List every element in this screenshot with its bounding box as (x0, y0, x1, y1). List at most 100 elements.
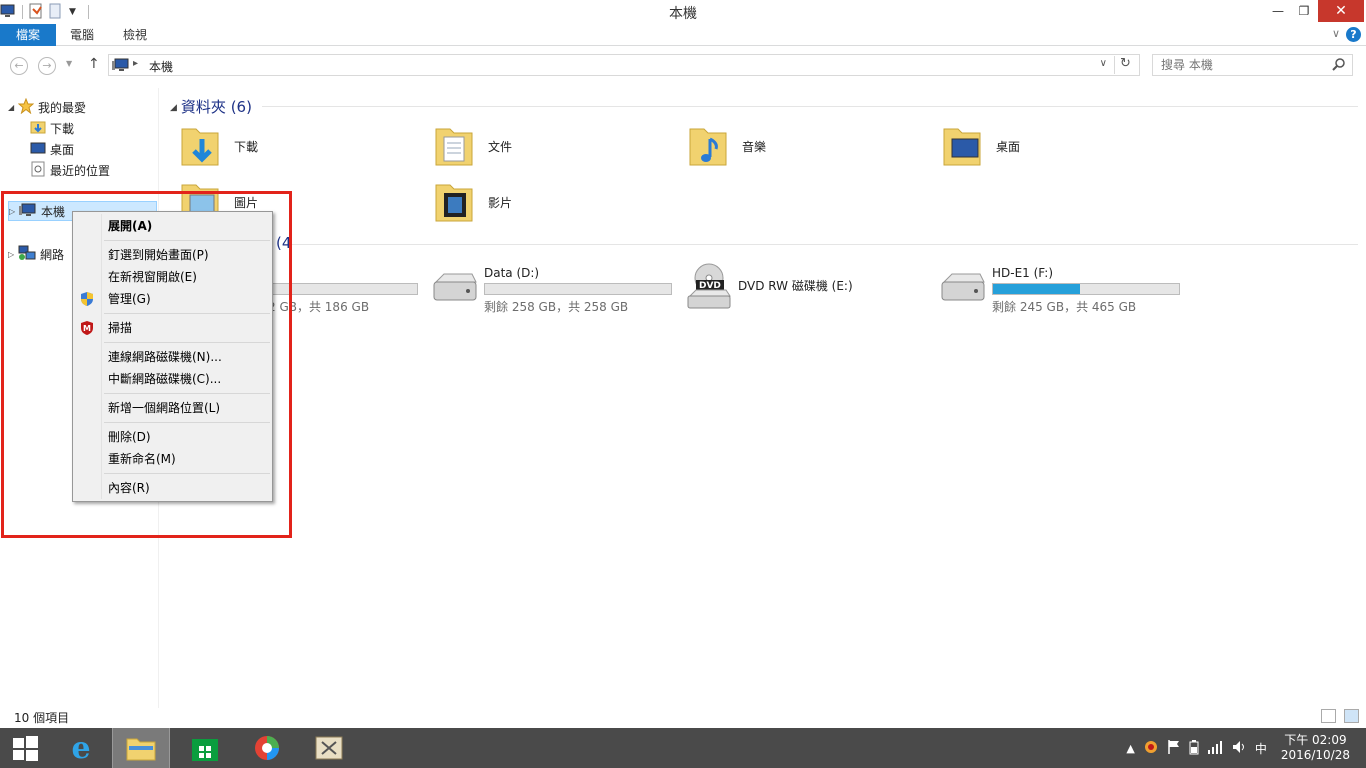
menu-item-label: 掃描 (108, 321, 133, 335)
drive-name: Data (D:) (484, 266, 540, 280)
tab-view[interactable]: 檢視 (123, 24, 147, 46)
folder-downloads[interactable]: 下載 (178, 120, 418, 172)
shield-icon (79, 291, 95, 314)
menu-item-delete[interactable]: 刪除(D) (75, 426, 270, 448)
search-input[interactable] (1161, 56, 1331, 74)
forward-button[interactable]: → (38, 57, 56, 75)
start-button[interactable] (0, 728, 50, 768)
folder-label: 下載 (234, 139, 259, 154)
drive-info: 剩餘 245 GB，共 465 GB (992, 300, 1137, 314)
folder-music[interactable]: 音樂 (686, 120, 926, 172)
menu-item-map-network-drive[interactable]: 連線網路磁碟機(N)... (75, 346, 270, 368)
window-title: 本機 (669, 6, 697, 22)
folder-label: 文件 (488, 139, 513, 154)
folders-group-title: 資料夾 (6) (180, 98, 252, 116)
clock[interactable]: 下午 02:09 2016/10/28 (1281, 733, 1350, 763)
search-icon[interactable] (1332, 57, 1346, 74)
back-button[interactable]: ← (10, 57, 28, 75)
menu-item-properties[interactable]: 內容(R) (75, 477, 270, 499)
network-signal-icon[interactable] (1207, 739, 1223, 758)
large-icons-view-icon[interactable] (1344, 709, 1359, 723)
close-button[interactable]: ✕ (1318, 0, 1364, 22)
system-tray: ▲ 中 下午 02:09 2016/10/28 (1122, 728, 1366, 768)
downloads-folder-icon (178, 121, 226, 172)
taskbar-snipping-tool[interactable] (300, 728, 358, 768)
battery-icon[interactable] (1189, 739, 1199, 758)
taskbar-store[interactable] (176, 728, 234, 768)
downloads-folder-icon (30, 119, 46, 138)
help-icon[interactable]: ? (1346, 27, 1361, 42)
details-view-icon[interactable] (1321, 709, 1336, 723)
nav-item-label: 下載 (50, 121, 75, 136)
tab-computer[interactable]: 電腦 (70, 24, 94, 46)
refresh-icon[interactable]: ↻ (1114, 56, 1136, 74)
folder-videos[interactable]: 影片 (432, 176, 672, 228)
menu-item-manage[interactable]: 管理(G) (75, 288, 270, 310)
menu-separator (104, 393, 270, 394)
expanded-arrow-icon[interactable]: ◢ (8, 103, 18, 112)
menu-separator (104, 240, 270, 241)
expanded-arrow-icon[interactable]: ◢ (170, 103, 177, 113)
clock-date: 2016/10/28 (1280, 748, 1350, 762)
nav-item-desktop[interactable]: 桌面 (30, 139, 74, 159)
drive-name: HD-E1 (F:) (992, 266, 1054, 280)
folders-group-header[interactable]: ◢ 資料夾 (6) (170, 96, 252, 117)
nav-favorites-label: 我的最愛 (38, 100, 87, 115)
menu-item-expand[interactable]: 展開(A) (75, 215, 270, 237)
show-hidden-icons-icon[interactable]: ▲ (1126, 742, 1134, 755)
videos-folder-icon (432, 177, 480, 228)
recent-locations-icon[interactable]: ▼ (66, 59, 72, 68)
address-bar[interactable]: ▸ 本機 ∨ ↻ (108, 54, 1140, 76)
folder-documents[interactable]: 文件 (432, 120, 672, 172)
nav-favorites[interactable]: ◢ 我的最愛 (8, 97, 86, 117)
breadcrumb[interactable]: 本機 (149, 58, 173, 75)
clock-time: 下午 02:09 (1284, 733, 1347, 747)
menu-separator (104, 422, 270, 423)
chevron-down-icon[interactable]: ∨ (1332, 27, 1340, 40)
nav-item-downloads[interactable]: 下載 (30, 118, 74, 138)
nav-item-label: 最近的位置 (50, 163, 111, 178)
search-box[interactable] (1152, 54, 1353, 76)
menu-separator (104, 313, 270, 314)
folder-label: 桌面 (996, 139, 1021, 154)
snipping-tool-icon (315, 736, 343, 760)
picasa-icon (255, 736, 279, 760)
mcafee-shield-icon: M (79, 320, 95, 343)
up-arrow-icon[interactable]: ↑ (88, 56, 100, 72)
chevron-down-icon[interactable]: ∨ (1100, 58, 1107, 69)
minimize-button[interactable]: — (1264, 0, 1292, 22)
tab-file[interactable]: 檔案 (0, 24, 56, 46)
drive-usage-bar (484, 283, 672, 295)
taskbar-picasa[interactable] (238, 728, 296, 768)
menu-item-open-new-window[interactable]: 在新視窗開啟(E) (75, 266, 270, 288)
menu-item-pin-to-start[interactable]: 釘選到開始畫面(P) (75, 244, 270, 266)
ime-indicator[interactable]: 中 (1255, 740, 1267, 757)
menu-item-add-network-location[interactable]: 新增一個網路位置(L) (75, 397, 270, 419)
status-bar: 10 個項目 (0, 706, 1366, 728)
drive-f[interactable]: HD-E1 (F:) 剩餘 245 GB，共 465 GB (940, 262, 1190, 314)
menu-item-disconnect-network-drive[interactable]: 中斷網路磁碟機(C)... (75, 368, 270, 390)
desktop-icon (30, 140, 46, 159)
menu-item-rename[interactable]: 重新命名(M) (75, 448, 270, 470)
mcafee-tray-icon[interactable] (1143, 739, 1159, 758)
nav-item-recent-places[interactable]: 最近的位置 (30, 160, 110, 180)
title-bar: ▼ 本機 — ❐ ✕ (0, 0, 1366, 24)
menu-item-scan[interactable]: M 掃描 (75, 317, 270, 339)
group-divider (262, 106, 1358, 107)
volume-icon[interactable] (1231, 739, 1247, 758)
flag-icon[interactable] (1167, 739, 1181, 758)
folder-desktop[interactable]: 桌面 (940, 120, 1180, 172)
menu-item-label: 管理(G) (108, 292, 151, 306)
taskbar-file-explorer[interactable] (112, 728, 170, 768)
documents-folder-icon (432, 121, 480, 172)
drive-e[interactable]: DVD DVD RW 磁碟機 (E:) (686, 262, 936, 314)
taskbar-internet-explorer[interactable]: e (52, 728, 110, 768)
drive-d[interactable]: Data (D:) 剩餘 258 GB，共 258 GB (432, 262, 682, 314)
computer-icon (112, 58, 130, 75)
store-icon (192, 739, 218, 761)
recent-places-icon (30, 161, 46, 180)
taskbar: e ▲ 中 下午 02:09 2016/10/28 (0, 728, 1366, 768)
hard-drive-icon (940, 272, 986, 309)
breadcrumb-separator[interactable]: ▸ (133, 58, 138, 69)
restore-button[interactable]: ❐ (1290, 0, 1318, 22)
